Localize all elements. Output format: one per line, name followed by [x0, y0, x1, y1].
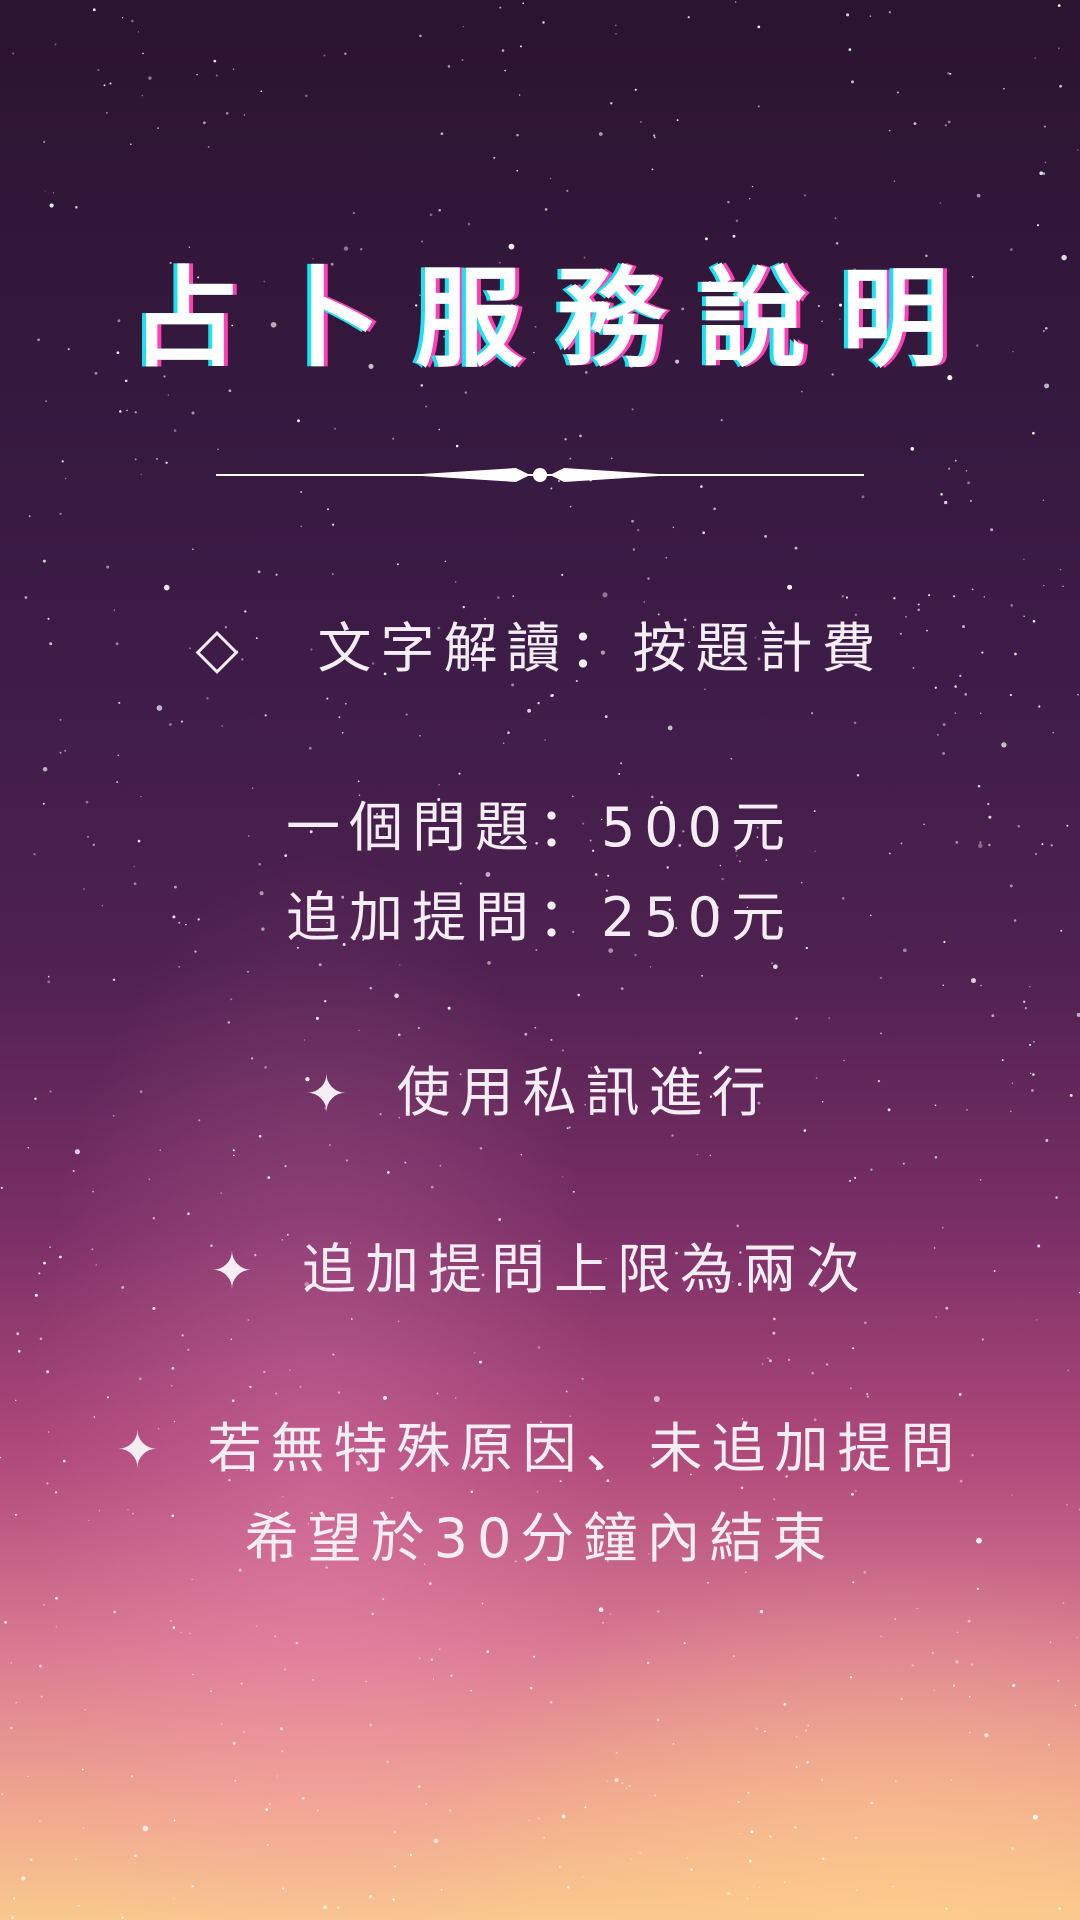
pricing-heading-text: 文字解讀：按題計費	[317, 617, 885, 680]
pricing-heading: ◇ 文字解讀：按題計費	[0, 604, 1080, 683]
note-private-message-text: 使用私訊進行	[396, 1061, 775, 1124]
sparkle-icon: ✦	[211, 1242, 262, 1300]
page-title: 占卜服務說明	[130, 257, 983, 382]
note-time-limit: ✦ 若無特殊原因、未追加提問	[0, 1404, 1080, 1483]
note-time-limit-text: 若無特殊原因、未追加提問	[207, 1417, 964, 1480]
ornament-divider	[216, 468, 864, 482]
note-time-limit-continued: 希望於30分鐘內結束	[244, 1507, 836, 1570]
price-follow-up: 追加提問：250元	[285, 886, 795, 949]
sparkle-icon: ✦	[116, 1421, 168, 1479]
sparkle-icon: ✦	[305, 1065, 357, 1123]
note-follow-up-limit: ✦ 追加提問上限為兩次	[0, 1225, 1080, 1304]
diamond-icon: ◇	[195, 616, 248, 681]
note-private-message: ✦ 使用私訊進行	[0, 1048, 1080, 1127]
note-follow-up-limit-text: 追加提問上限為兩次	[301, 1238, 869, 1301]
price-single-question: 一個問題：500元	[285, 796, 795, 859]
